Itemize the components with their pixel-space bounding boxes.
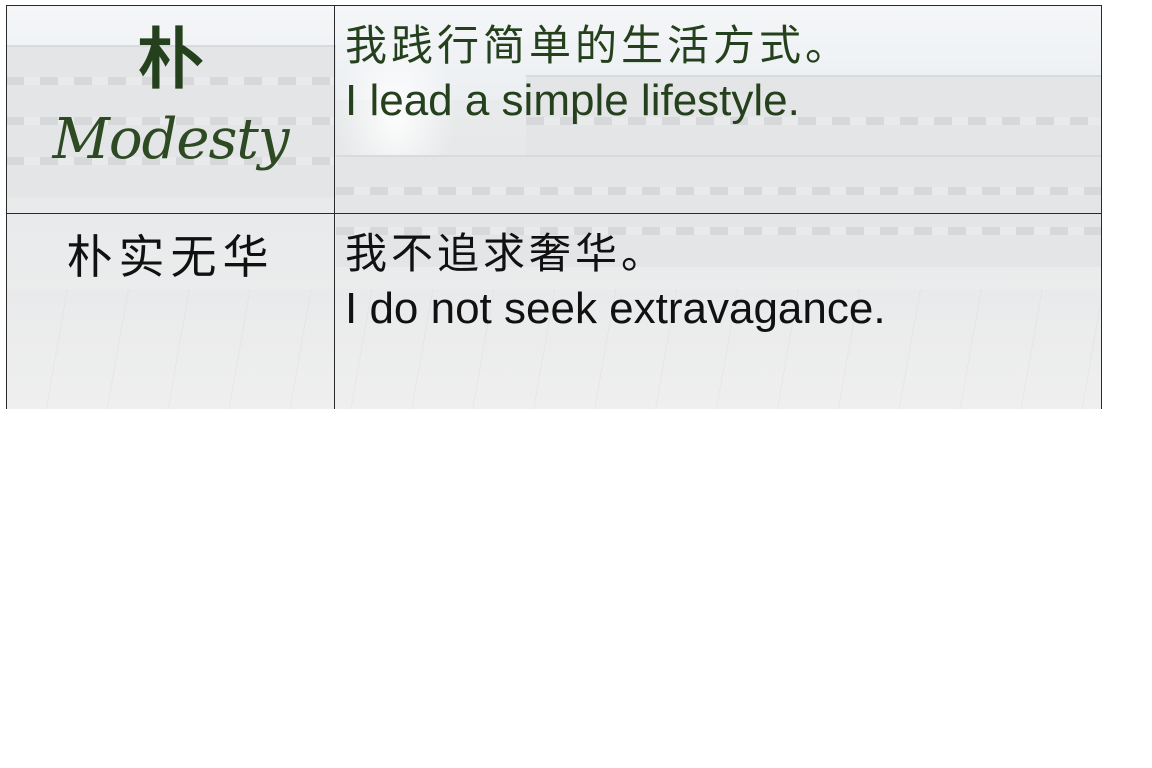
virtue-title-english: Modesty xyxy=(52,107,290,172)
table-row: 朴实无华 我不追求奢华。 I do not seek extravagance. xyxy=(6,213,1102,409)
virtue-table: 朴 Modesty 我践行简单的生活方式。 I lead a simple li… xyxy=(6,5,1102,409)
idiom-cell: 朴实无华 xyxy=(6,213,335,409)
statement-english: I lead a simple lifestyle. xyxy=(345,76,800,125)
idiom-chinese: 朴实无华 xyxy=(66,230,275,284)
table-row: 朴 Modesty 我践行简单的生活方式。 I lead a simple li… xyxy=(6,5,1102,214)
virtue-title-chinese: 朴 xyxy=(137,20,204,98)
statement-chinese: 我不追求奢华。 xyxy=(345,229,668,278)
statement-english: I do not seek extravagance. xyxy=(345,284,886,333)
statement-chinese: 我践行简单的生活方式。 xyxy=(345,21,852,70)
virtue-title-cell: 朴 Modesty xyxy=(6,5,335,214)
statement-cell: 我践行简单的生活方式。 I lead a simple lifestyle. xyxy=(334,5,1102,214)
virtue-card: 朴 Modesty 我践行简单的生活方式。 I lead a simple li… xyxy=(6,5,1102,409)
statement-cell: 我不追求奢华。 I do not seek extravagance. xyxy=(334,213,1102,409)
